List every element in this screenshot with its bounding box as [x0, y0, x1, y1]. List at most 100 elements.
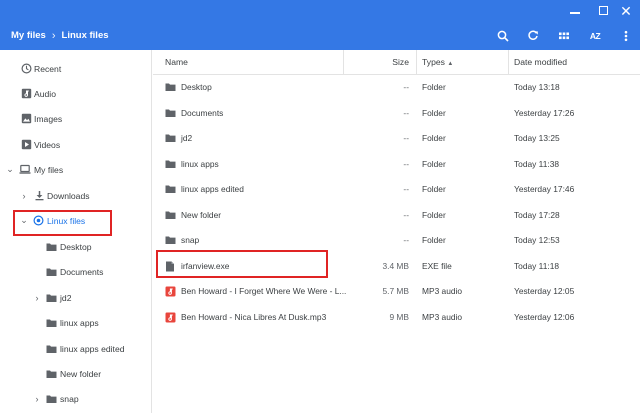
sidebar-item-downloads[interactable]: › Downloads [0, 183, 152, 208]
audio-file-icon [165, 286, 176, 297]
file-name: Documents [181, 107, 224, 118]
file-size: -- [403, 235, 409, 245]
file-size: 9 MB [389, 311, 409, 322]
file-type: Folder [422, 82, 446, 92]
folder-icon [45, 241, 57, 253]
table-row[interactable]: Documents -- Folder Yesterday 17:26 [153, 101, 640, 126]
grid-view-button[interactable] [555, 27, 573, 45]
folder-icon [45, 266, 57, 278]
sidebar-item-my-files[interactable]: ⌄ My files [0, 157, 152, 182]
file-date: Yesterday 12:05 [514, 286, 575, 296]
file-type: MP3 audio [422, 311, 463, 322]
column-divider[interactable] [508, 50, 509, 75]
sidebar-item-label: New folder [60, 368, 102, 379]
breadcrumb-root[interactable]: My files [11, 23, 46, 49]
table-row[interactable]: jd2 -- Folder Today 13:25 [153, 126, 640, 151]
clock-icon [20, 63, 32, 75]
refresh-button[interactable] [524, 27, 542, 45]
sidebar-item-label: Audio [34, 88, 56, 99]
sidebar-item-snap[interactable]: › snap [0, 386, 152, 411]
laptop-icon [19, 164, 31, 176]
file-date: Yesterday 17:26 [514, 107, 575, 118]
folder-icon [45, 368, 57, 380]
table-row[interactable]: Desktop -- Folder Today 13:18 [153, 75, 640, 100]
audio-icon [20, 88, 32, 100]
file-date: Yesterday 12:06 [514, 311, 575, 322]
maximize-button[interactable] [593, 2, 613, 20]
sidebar-item-label: snap [60, 393, 79, 404]
file-date: Today 13:25 [514, 133, 560, 143]
sidebar-item-images[interactable]: Images [0, 106, 152, 131]
folder-icon [165, 210, 176, 221]
file-name: Ben Howard - Nica Libres At Dusk.mp3 [181, 311, 327, 322]
sidebar-item-linux-apps-edited[interactable]: linux apps edited [0, 336, 152, 361]
highlight-linux-files [13, 210, 112, 236]
folder-icon [45, 292, 57, 304]
breadcrumb: My files › Linux files [11, 22, 109, 50]
file-size: 3.4 MB [382, 260, 409, 271]
chevron-down-icon[interactable]: ⌄ [5, 164, 15, 175]
table-row[interactable]: linux apps edited -- Folder Yesterday 17… [153, 177, 640, 202]
breadcrumb-current[interactable]: Linux files [62, 23, 109, 49]
chevron-right-icon[interactable]: › [19, 191, 29, 201]
sort-button[interactable]: AZ [586, 27, 604, 45]
download-icon [33, 190, 45, 202]
file-type: Folder [422, 133, 446, 143]
sort-icon: AZ [589, 31, 601, 41]
file-list: Name Size Types ▲ Date modified Desktop … [153, 50, 640, 413]
folder-icon [45, 393, 57, 405]
file-type: Folder [422, 107, 446, 118]
file-name: New folder [181, 209, 222, 220]
table-row[interactable]: Ben Howard - I Forget Where We Were - L.… [153, 279, 640, 304]
column-type[interactable]: Types ▲ [422, 50, 453, 75]
search-button[interactable] [494, 27, 512, 45]
maximize-icon [598, 6, 608, 15]
chevron-right-icon[interactable]: › [32, 394, 42, 404]
column-name[interactable]: Name [165, 50, 188, 75]
file-size: -- [403, 158, 409, 169]
sidebar-item-label: Videos [34, 139, 61, 150]
sidebar-item-audio[interactable]: Audio [0, 81, 152, 106]
more-vert-icon [624, 30, 628, 42]
column-size[interactable]: Size [353, 50, 409, 75]
sidebar-item-recent[interactable]: Recent [0, 56, 152, 81]
column-divider[interactable] [343, 50, 344, 75]
file-size: -- [403, 133, 409, 143]
folder-icon [165, 108, 176, 119]
close-button[interactable]: ✕ [616, 2, 636, 20]
sidebar-item-desktop[interactable]: Desktop [0, 234, 152, 259]
file-size: -- [403, 184, 409, 194]
file-name: linux apps edited [181, 184, 244, 194]
file-name: Desktop [181, 82, 212, 92]
file-type: Folder [422, 209, 446, 220]
column-type-label: Types [422, 57, 445, 67]
sidebar-item-linux-apps[interactable]: linux apps [0, 310, 152, 335]
header-bar: My files › Linux files AZ [0, 22, 640, 50]
sidebar-item-new-folder[interactable]: New folder [0, 361, 152, 386]
table-row[interactable]: linux apps -- Folder Today 11:38 [153, 152, 640, 177]
table-row[interactable]: New folder -- Folder Today 17:28 [153, 203, 640, 228]
chevron-right-icon[interactable]: › [32, 293, 42, 303]
file-type: Folder [422, 184, 446, 194]
image-icon [20, 113, 32, 125]
grid-icon [559, 32, 569, 40]
file-type: MP3 audio [422, 286, 463, 296]
sidebar-item-label: jd2 [60, 292, 72, 303]
close-icon: ✕ [620, 3, 632, 19]
minimize-button[interactable] [565, 2, 585, 20]
sidebar-item-jd2[interactable]: › jd2 [0, 285, 152, 310]
folder-icon [45, 343, 57, 355]
video-icon [20, 139, 32, 151]
folder-icon [165, 82, 176, 93]
file-size: -- [403, 209, 409, 220]
more-menu-button[interactable] [617, 27, 635, 45]
file-date: Today 12:53 [514, 235, 560, 245]
folder-icon [165, 235, 176, 246]
sidebar-item-documents[interactable]: Documents [0, 259, 152, 284]
column-date[interactable]: Date modified [514, 50, 567, 75]
table-row[interactable]: Ben Howard - Nica Libres At Dusk.mp3 9 M… [153, 305, 640, 330]
sidebar-item-label: Downloads [47, 190, 90, 201]
column-divider[interactable] [416, 50, 417, 75]
sidebar-item-videos[interactable]: Videos [0, 132, 152, 157]
file-type: Folder [422, 158, 446, 169]
